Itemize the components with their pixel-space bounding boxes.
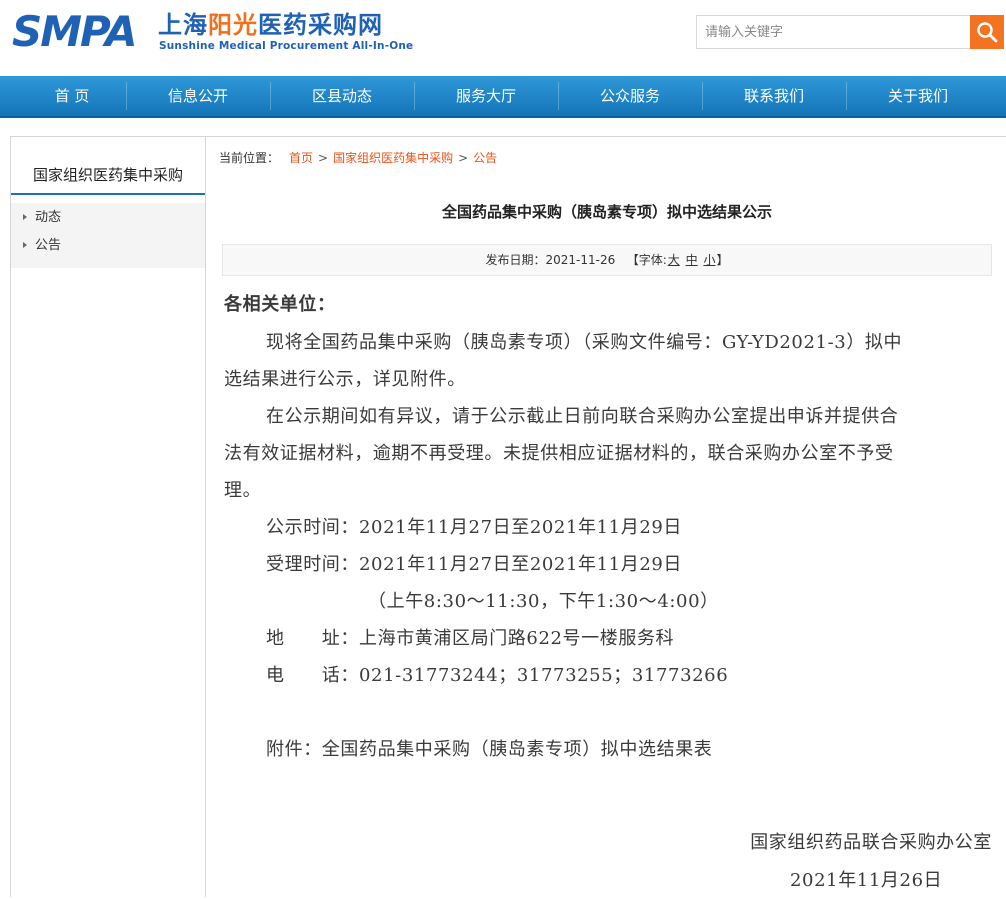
sidebar-menu: 动态 公告 <box>11 203 205 268</box>
nav-item-home[interactable]: 首 页 <box>0 76 144 116</box>
article-paragraph-line: 法有效证据材料，逾期不再受理。未提供相应证据材料的，联合采购办公室不予受 <box>224 443 894 464</box>
breadcrumb-link-announcements[interactable]: 公告 <box>473 151 497 165</box>
search-icon <box>977 22 998 43</box>
search-input[interactable] <box>696 15 970 49</box>
article-paragraph-line: 在公示期间如有异议，请于公示截止日前向联合采购办公室提出申诉并提供合 <box>266 406 899 427</box>
issuing-office: 国家组织药品联合采购办公室 <box>750 832 992 853</box>
logo-chinese-name: 上海阳光医药采购网 <box>158 12 383 38</box>
sidebar-item-label: 动态 <box>35 210 62 225</box>
publish-date: 2021-11-26 <box>545 253 616 267</box>
font-size-small-link[interactable]: 小 <box>703 253 715 267</box>
logo-brand: SMPA <box>12 7 137 56</box>
article-paragraph-line: 理。 <box>224 480 262 501</box>
sidebar-item-news[interactable]: 动态 <box>23 204 61 232</box>
breadcrumb-label: 当前位置： <box>219 151 280 165</box>
breadcrumb-separator: > <box>458 151 469 165</box>
breadcrumb-link-home[interactable]: 首页 <box>289 151 313 165</box>
site-logo[interactable]: SMPA 上海阳光医药采购网 Sunshine Medical Procurem… <box>12 10 432 58</box>
sidebar-item-label: 公告 <box>35 238 62 253</box>
sidebar-title: 国家组织医药集中采购 <box>11 155 205 195</box>
article-paragraph-line: 选结果进行公示，详见附件。 <box>224 369 466 390</box>
logo-english-name: Sunshine Medical Procurement All-In-One <box>159 40 414 52</box>
logo-cn-part4: 采购网 <box>308 10 383 39</box>
search-button[interactable] <box>970 15 1004 49</box>
nav-item-public-service[interactable]: 公众服务 <box>558 76 702 116</box>
logo-cn-part3: 医药 <box>258 10 308 39</box>
article-paragraph-line: 现将全国药品集中采购（胰岛素专项）（采购文件编号：GY-YD2021-3）拟中 <box>266 332 903 353</box>
font-size-suffix: 】 <box>716 253 729 267</box>
article-title: 全国药品集中采购（胰岛素专项）拟中选结果公示 <box>441 203 772 221</box>
nav-item-service-hall[interactable]: 服务大厅 <box>414 76 558 116</box>
nav-item-contact-us[interactable]: 联系我们 <box>702 76 846 116</box>
acceptance-period: 受理时间：2021年11月27日至2021年11月29日 <box>266 554 683 575</box>
main-nav: 首 页 信息公开 区县动态 服务大厅 公众服务 联系我们 关于我们 <box>0 76 1006 118</box>
breadcrumb-link-category[interactable]: 国家组织医药集中采购 <box>333 151 453 165</box>
caret-right-icon <box>23 241 27 248</box>
nav-item-about-us[interactable]: 关于我们 <box>846 76 990 116</box>
attachment-link[interactable]: 附件：全国药品集中采购（胰岛素专项）拟中选结果表 <box>266 731 712 768</box>
sidebar-divider <box>205 136 206 897</box>
sidebar-item-announcements[interactable]: 公告 <box>23 232 61 260</box>
caret-right-icon <box>23 213 27 220</box>
font-size-prefix: 【字体: <box>626 253 667 267</box>
font-size-medium-link[interactable]: 中 <box>686 253 698 267</box>
acceptance-hours: （上午8:30～11:30，下午1:30～4:00） <box>368 591 719 612</box>
nav-item-district-news[interactable]: 区县动态 <box>270 76 414 116</box>
article-meta-bar: 发布日期：2021-11-26 【字体:大 中 小】 <box>222 244 992 276</box>
breadcrumb: 当前位置： 首页 > 国家组织医药集中采购 > 公告 <box>219 146 497 170</box>
announcement-period: 公示时间：2021年11月27日至2021年11月29日 <box>266 517 683 538</box>
nav-item-info-disclosure[interactable]: 信息公开 <box>126 76 270 116</box>
breadcrumb-separator: > <box>318 151 329 165</box>
publish-date-label: 发布日期： <box>485 253 546 267</box>
logo-cn-part2: 阳光 <box>208 10 258 39</box>
article-salutation: 各相关单位： <box>224 294 336 315</box>
contact-address: 地 址：上海市黄浦区局门路622号一楼服务科 <box>266 628 675 649</box>
site-header: SMPA 上海阳光医药采购网 Sunshine Medical Procurem… <box>0 0 1006 76</box>
contact-phone: 电 话：021-31773244；31773255；31773266 <box>266 665 729 686</box>
logo-cn-part1: 上海 <box>158 10 208 39</box>
content-frame-top <box>10 136 1006 137</box>
issue-date: 2021年11月26日 <box>790 870 943 891</box>
font-size-large-link[interactable]: 大 <box>668 253 680 267</box>
